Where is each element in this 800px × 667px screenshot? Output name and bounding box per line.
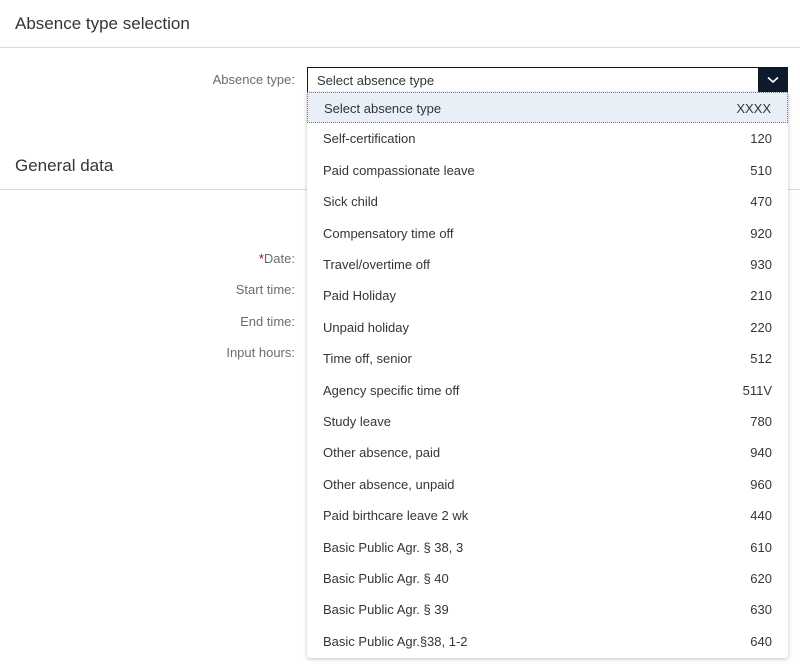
option-key: 511V — [742, 382, 772, 398]
dropdown-option[interactable]: Agency specific time off 511V — [307, 375, 788, 406]
option-text: Select absence type — [324, 101, 442, 116]
option-key: 930 — [750, 257, 772, 272]
option-key: 210 — [750, 288, 772, 304]
option-text: Basic Public Agr.§38, 1-2 — [323, 633, 468, 649]
option-text: Paid birthcare leave 2 wk — [323, 508, 469, 524]
option-key: 120 — [750, 131, 772, 147]
start-time-label: Start time: — [235, 282, 295, 297]
dropdown-option[interactable]: Basic Public Agr.§38, 1-2 640 — [307, 626, 788, 657]
option-key: 780 — [750, 414, 772, 429]
option-text: Other absence, unpaid — [323, 476, 455, 492]
input-hours-label: Input hours: — [226, 345, 295, 360]
dropdown-option[interactable]: Basic Public Agr. § 38, 3 610 — [307, 532, 788, 563]
date-label-text: Date: — [263, 251, 295, 266]
dropdown-option[interactable]: Unpaid holiday 220 — [307, 312, 788, 343]
option-text: Agency specific time off — [323, 382, 460, 398]
option-text: Sick child — [323, 194, 378, 210]
option-text: Paid Holiday — [323, 288, 396, 304]
absence-type-select-value: Select absence type — [317, 73, 435, 88]
option-key: 470 — [750, 194, 772, 210]
option-text: Study leave — [323, 414, 391, 429]
option-text: Basic Public Agr. § 38, 3 — [323, 539, 464, 555]
section-divider — [0, 47, 800, 48]
option-text: Unpaid holiday — [323, 319, 410, 335]
option-text: Time off, senior — [323, 351, 412, 367]
end-time-label: End time: — [240, 314, 295, 329]
dropdown-option[interactable]: Travel/overtime off 930 — [307, 249, 788, 280]
option-key: 620 — [750, 571, 772, 586]
absence-type-label: Absence type: — [212, 72, 295, 87]
option-text: Self-certification — [323, 131, 416, 147]
dropdown-option[interactable]: Other absence, unpaid 960 — [307, 469, 788, 500]
option-text: Compensatory time off — [323, 225, 454, 241]
option-key: 920 — [750, 225, 772, 241]
absence-type-dropdown-list: Select absence type XXXX Self-certificatio… — [307, 92, 788, 658]
option-key: 220 — [750, 319, 772, 335]
dropdown-option[interactable]: Basic Public Agr. § 39 630 — [307, 594, 788, 625]
section-title-general-data: General data — [15, 156, 114, 175]
option-text: Travel/overtime off — [323, 257, 430, 272]
absence-type-select[interactable]: Select absence type — [307, 67, 788, 93]
dropdown-arrow-button[interactable] — [758, 67, 788, 93]
dropdown-option[interactable]: Paid compassionate leave 510 — [307, 155, 788, 186]
option-text: Other absence, paid — [323, 445, 441, 461]
option-text: Paid compassionate leave — [323, 162, 475, 178]
option-key: 940 — [750, 445, 772, 461]
option-key: 630 — [750, 602, 772, 618]
option-key: 510 — [750, 162, 772, 178]
option-key: 610 — [750, 539, 772, 555]
option-key: 640 — [750, 633, 772, 649]
dropdown-option[interactable]: Paid Holiday 210 — [307, 280, 788, 311]
option-text: Basic Public Agr. § 40 — [323, 571, 449, 586]
section-title-absence-type-selection: Absence type selection — [15, 14, 190, 33]
dropdown-option[interactable]: Sick child 470 — [307, 186, 788, 217]
date-label: *Date: — [259, 251, 295, 266]
option-text: Basic Public Agr. § 39 — [323, 602, 449, 618]
option-key: XXXX — [736, 101, 771, 116]
dropdown-option[interactable]: Select absence type XXXX — [307, 92, 788, 123]
option-key: 512 — [750, 351, 772, 367]
option-key: 960 — [750, 476, 772, 492]
chevron-down-icon — [767, 76, 779, 84]
dropdown-option[interactable]: Basic Public Agr. § 40 620 — [307, 563, 788, 594]
dropdown-option[interactable]: Time off, senior 512 — [307, 343, 788, 374]
option-key: 440 — [750, 508, 772, 524]
dropdown-option[interactable]: Compensatory time off 920 — [307, 218, 788, 249]
dropdown-option[interactable]: Study leave 780 — [307, 406, 788, 437]
dropdown-option[interactable]: Self-certification 120 — [307, 123, 788, 154]
dropdown-option[interactable]: Other absence, paid 940 — [307, 437, 788, 468]
dropdown-option[interactable]: Paid birthcare leave 2 wk 440 — [307, 500, 788, 531]
